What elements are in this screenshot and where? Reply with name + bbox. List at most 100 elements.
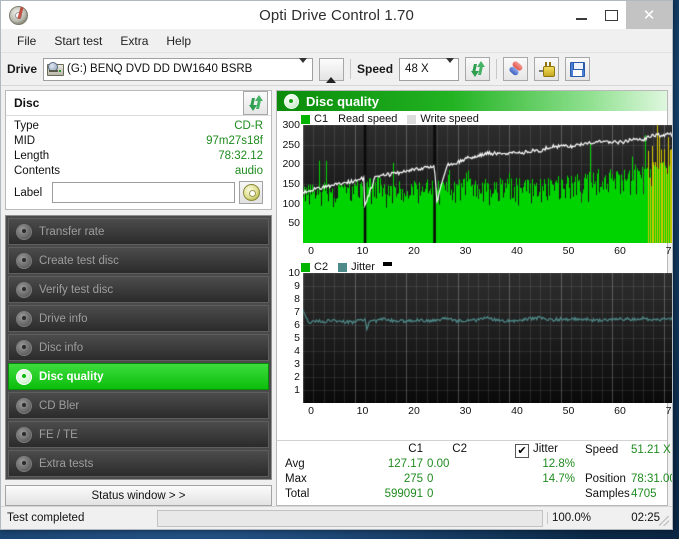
speed-select-value: 48 X bbox=[405, 63, 429, 75]
speed-label: Speed bbox=[357, 62, 394, 76]
disc-check-icon bbox=[16, 281, 32, 298]
close-button[interactable]: ✕ bbox=[626, 1, 672, 29]
plug-icon bbox=[538, 61, 555, 77]
axis-tick-label: 60 bbox=[614, 245, 626, 257]
legend-label-c2: C2 bbox=[314, 261, 329, 273]
menu-item-help[interactable]: Help bbox=[158, 31, 199, 51]
legend-label-c1: C1 bbox=[314, 113, 329, 125]
status-window-button[interactable]: Status window > > bbox=[5, 485, 272, 506]
panel-title: Disc quality bbox=[306, 93, 379, 109]
sidebar-item-drive-info[interactable]: Drive info bbox=[8, 305, 269, 332]
sidebar-item-fe-te[interactable]: FE / TE bbox=[8, 421, 269, 448]
axis-tick-label: 2 bbox=[294, 371, 300, 383]
stats-position-value: 78:31.00 bbox=[631, 473, 672, 485]
main-body: Disc Type CD-R MID 97m27s18f Length 78:3… bbox=[1, 86, 672, 506]
sidebar-item-disc-info[interactable]: Disc info bbox=[8, 334, 269, 361]
axis-tick-label: 30 bbox=[459, 245, 472, 257]
sidebar-item-label: Disc info bbox=[39, 341, 84, 354]
stats-total-c2: 0 bbox=[427, 488, 434, 500]
sidebar-item-extra-tests[interactable]: Extra tests bbox=[8, 450, 269, 477]
erase-pill-icon bbox=[507, 60, 524, 77]
disc-quality-icon bbox=[284, 93, 299, 109]
settings-plug-button[interactable] bbox=[534, 57, 560, 81]
legend-swatch-c2 bbox=[301, 262, 310, 272]
disc-row-contents: Contents audio bbox=[14, 164, 263, 179]
left-sidebar: Disc Type CD-R MID 97m27s18f Length 78:3… bbox=[5, 90, 272, 506]
axis-tick-label: 60 bbox=[614, 405, 626, 417]
stats-max-c1: 275 bbox=[403, 473, 423, 485]
stats-row-avg-label: Avg bbox=[285, 458, 305, 470]
axis-tick-label: 40 bbox=[511, 245, 523, 257]
disc-value-mid: 97m27s18f bbox=[206, 135, 263, 147]
sidebar-item-label: CD Bler bbox=[39, 399, 80, 412]
axis-tick-label: 70 bbox=[665, 405, 672, 417]
axis-tick-label: 10 bbox=[356, 245, 369, 257]
axis-tick-label: 250 bbox=[282, 138, 300, 151]
disc-label-button[interactable] bbox=[239, 181, 263, 204]
eject-icon bbox=[326, 60, 337, 83]
disc-panel-header: Disc bbox=[6, 91, 271, 116]
disc-panel-title: Disc bbox=[14, 96, 40, 110]
drive-toolbar: Drive (G:) BENQ DVD DD DW1640 BSRB Speed… bbox=[1, 53, 672, 86]
c2-jitter-chart-plot[interactable] bbox=[303, 273, 672, 403]
sidebar-item-disc-quality[interactable]: Disc quality bbox=[8, 363, 269, 390]
panel-header: Disc quality bbox=[277, 91, 667, 111]
sidebar-item-create-test-disc[interactable]: Create test disc bbox=[8, 247, 269, 274]
sidebar-item-verify-test-disc[interactable]: Verify test disc bbox=[8, 276, 269, 303]
refresh-button[interactable] bbox=[465, 57, 491, 81]
disc-refresh-button[interactable] bbox=[243, 91, 268, 115]
disc-key-contents: Contents bbox=[14, 165, 61, 177]
axis-tick-label: 300 bbox=[282, 119, 300, 131]
axis-tick-label: 40 bbox=[511, 405, 523, 417]
disc-label-input[interactable] bbox=[52, 182, 235, 203]
statistics-panel: C1 C2 Avg Max Total 127.17 275 599091 0.… bbox=[277, 440, 672, 505]
sidebar-item-label: Extra tests bbox=[39, 457, 94, 470]
progress-percent: 100.0% bbox=[547, 512, 600, 524]
maximize-button[interactable] bbox=[596, 1, 626, 29]
sidebar-item-transfer-rate[interactable]: Transfer rate bbox=[8, 218, 269, 245]
axis-tick-label: 70 bbox=[665, 245, 672, 257]
disc-value-type: CD-R bbox=[234, 120, 263, 132]
application-window: Opti Drive Control 1.70 ✕ File Start tes… bbox=[0, 0, 673, 530]
jitter-checkbox[interactable]: ✔ bbox=[515, 444, 529, 458]
c1-chart-plot[interactable] bbox=[303, 125, 672, 243]
disc-write-icon bbox=[16, 252, 32, 269]
disc-value-length: 78:32.12 bbox=[218, 150, 263, 162]
status-message: Test completed bbox=[7, 512, 85, 524]
eject-button[interactable] bbox=[319, 57, 345, 83]
resize-grip-icon[interactable] bbox=[659, 516, 669, 526]
stats-max-c2: 0 bbox=[427, 473, 434, 485]
speed-select[interactable]: 48 X bbox=[399, 57, 460, 81]
chevron-down-icon bbox=[299, 57, 308, 75]
erase-button[interactable] bbox=[503, 57, 529, 81]
disc-label-caption: Label bbox=[14, 186, 43, 199]
sidebar-item-label: FE / TE bbox=[39, 428, 78, 441]
drive-select[interactable]: (G:) BENQ DVD DD DW1640 BSRB bbox=[43, 57, 314, 81]
sidebar-item-cd-bler[interactable]: CD Bler bbox=[8, 392, 269, 419]
axis-tick-label: 100 bbox=[282, 197, 300, 210]
axis-tick-label: 50 bbox=[288, 217, 300, 230]
minimize-button[interactable] bbox=[566, 1, 596, 29]
menu-item-file[interactable]: File bbox=[9, 31, 44, 51]
stats-col-c1: C1 bbox=[408, 443, 423, 455]
legend-label-write-speed: Write speed bbox=[420, 113, 479, 125]
test-nav-list: Transfer rate Create test disc Verify te… bbox=[5, 215, 272, 480]
disc-row-length: Length 78:32.12 bbox=[14, 149, 263, 164]
stats-col-c2: C2 bbox=[452, 443, 467, 455]
c2-chart-legend: C2 Jitter bbox=[301, 261, 392, 273]
menu-bar: File Start test Extra Help bbox=[1, 30, 672, 53]
disc-info-panel: Disc Type CD-R MID 97m27s18f Length 78:3… bbox=[5, 90, 272, 210]
stats-total-c1: 599091 bbox=[384, 488, 423, 500]
menu-item-start-test[interactable]: Start test bbox=[46, 31, 110, 51]
axis-tick-label: 10 bbox=[356, 405, 369, 417]
drive-select-value: (G:) BENQ DVD DD DW1640 BSRB bbox=[67, 63, 253, 75]
save-button[interactable] bbox=[565, 57, 591, 81]
disc-key-type: Type bbox=[14, 120, 39, 132]
menu-item-extra[interactable]: Extra bbox=[112, 31, 156, 51]
axis-tick-label: 30 bbox=[459, 405, 472, 417]
axis-tick-label: 0 bbox=[308, 245, 314, 257]
stats-avg-jitter: 12.8% bbox=[542, 458, 575, 470]
status-bar: Test completed 100.0% 02:25 bbox=[1, 506, 672, 529]
stats-samples-label: Samples bbox=[585, 488, 630, 500]
axis-tick-label: 150 bbox=[282, 178, 300, 190]
